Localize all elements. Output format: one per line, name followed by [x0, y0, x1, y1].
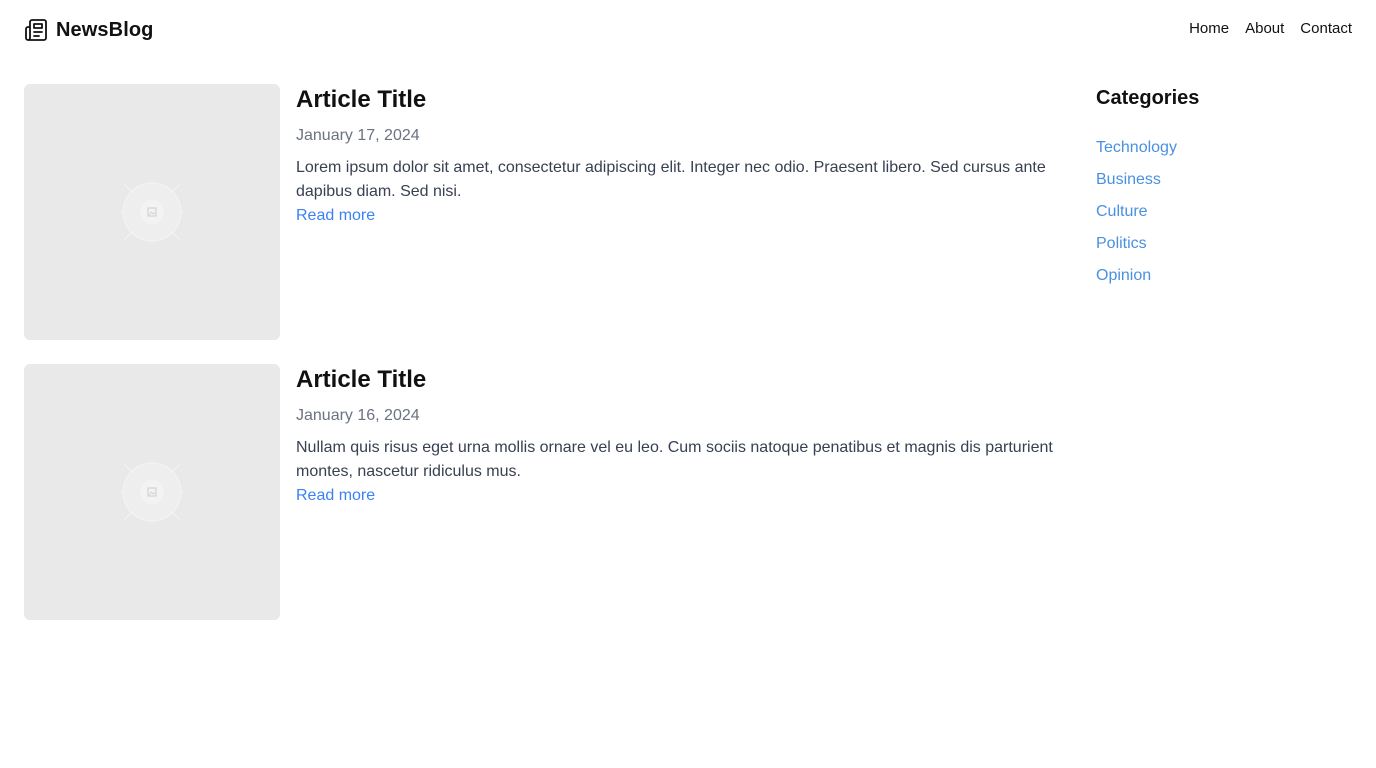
category-item: Politics — [1096, 232, 1352, 264]
article-body: Article Title January 16, 2024 Nullam qu… — [296, 364, 1064, 508]
brand-logo[interactable]: NewsBlog — [24, 18, 153, 42]
read-more-link[interactable]: Read more — [296, 204, 1064, 228]
article-card: Article Title January 17, 2024 Lorem ips… — [24, 84, 1064, 340]
site-header: NewsBlog Home About Contact — [0, 0, 1376, 60]
nav-contact-link[interactable]: Contact — [1300, 20, 1352, 37]
article-title[interactable]: Article Title — [296, 364, 1064, 396]
category-list: Technology Business Culture Politics Opi… — [1096, 136, 1352, 296]
image-placeholder-icon — [120, 180, 184, 244]
article-list: Article Title January 17, 2024 Lorem ips… — [24, 84, 1064, 644]
category-link-business[interactable]: Business — [1096, 171, 1161, 188]
image-placeholder-icon — [120, 460, 184, 524]
category-link-culture[interactable]: Culture — [1096, 203, 1148, 220]
sidebar-title: Categories — [1096, 87, 1200, 109]
categories-sidebar: Categories Technology Business Culture P… — [1096, 84, 1352, 296]
article-thumbnail[interactable] — [24, 364, 280, 620]
category-link-politics[interactable]: Politics — [1096, 235, 1147, 252]
article-body: Article Title January 17, 2024 Lorem ips… — [296, 84, 1064, 228]
article-excerpt: Lorem ipsum dolor sit amet, consectetur … — [296, 159, 1046, 200]
article-thumbnail[interactable] — [24, 84, 280, 340]
article-excerpt: Nullam quis risus eget urna mollis ornar… — [296, 439, 1053, 480]
category-link-opinion[interactable]: Opinion — [1096, 267, 1151, 284]
category-link-technology[interactable]: Technology — [1096, 139, 1177, 156]
main-nav: Home About Contact — [1189, 20, 1352, 37]
article-title[interactable]: Article Title — [296, 84, 1064, 116]
article-date: January 16, 2024 — [296, 407, 420, 424]
nav-home-link[interactable]: Home — [1189, 20, 1229, 37]
brand-name: NewsBlog — [56, 18, 154, 41]
nav-about-link[interactable]: About — [1245, 20, 1284, 37]
article-card: Article Title January 16, 2024 Nullam qu… — [24, 364, 1064, 620]
category-item: Opinion — [1096, 264, 1352, 296]
article-date: January 17, 2024 — [296, 127, 420, 144]
read-more-link[interactable]: Read more — [296, 484, 1064, 508]
category-item: Culture — [1096, 200, 1352, 232]
newspaper-icon — [25, 19, 47, 41]
category-item: Technology — [1096, 136, 1352, 168]
category-item: Business — [1096, 168, 1352, 200]
